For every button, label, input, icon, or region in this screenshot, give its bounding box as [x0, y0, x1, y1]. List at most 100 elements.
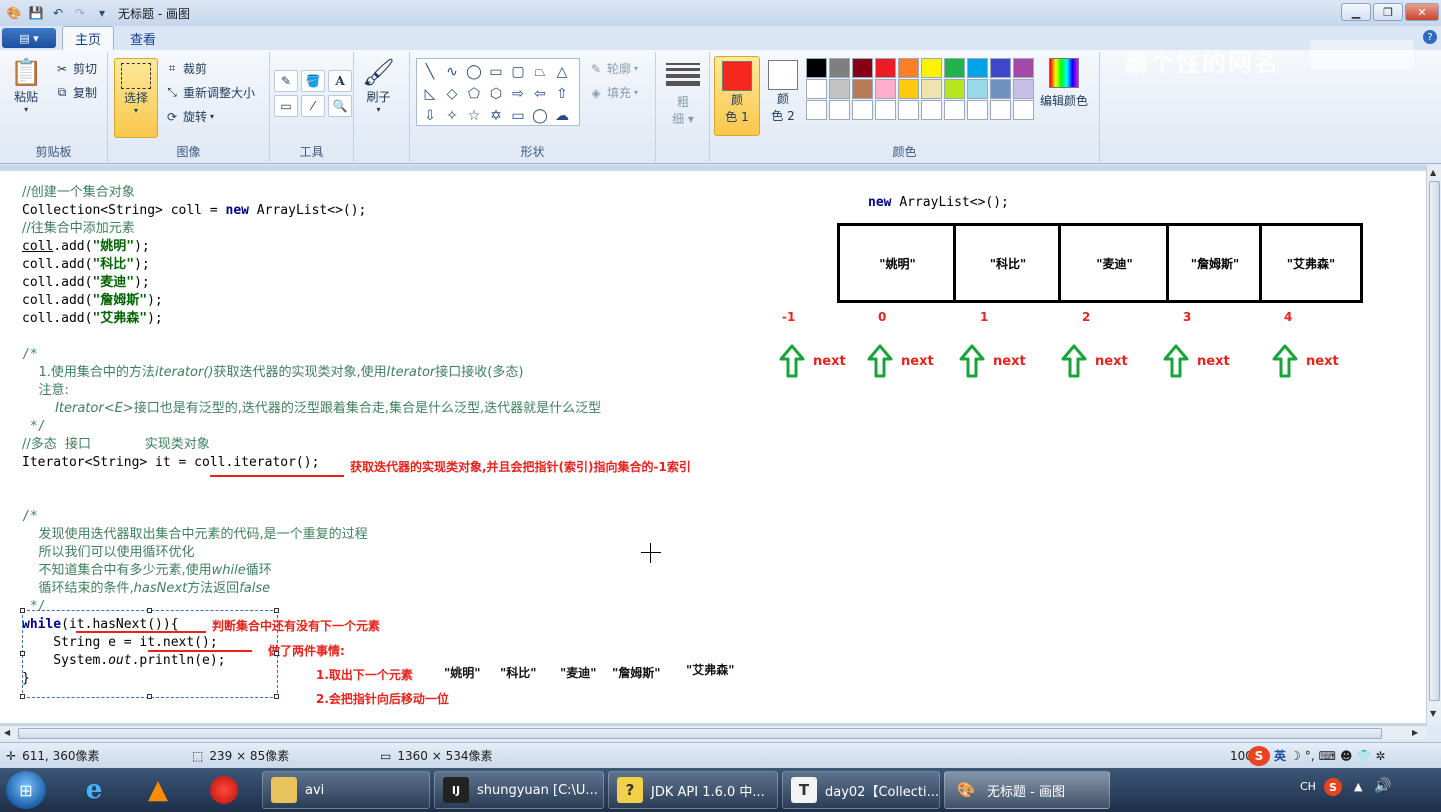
selection-handle[interactable]: [274, 694, 279, 699]
color-swatch[interactable]: [944, 79, 965, 99]
vertical-scrollbar[interactable]: ▲ ▼: [1426, 165, 1441, 725]
selection-handle[interactable]: [274, 608, 279, 613]
hexagon-shape-icon[interactable]: ⬡: [485, 83, 507, 105]
ime-mode[interactable]: 英: [1274, 747, 1286, 764]
color-swatch[interactable]: [852, 100, 873, 120]
color-swatch[interactable]: [990, 79, 1011, 99]
sogou-icon[interactable]: S: [1248, 745, 1270, 766]
six-point-star-shape-icon[interactable]: ✡: [485, 105, 507, 127]
color-swatch[interactable]: [967, 58, 988, 78]
pentagon-shape-icon[interactable]: ⬠: [463, 83, 485, 105]
rect-callout-shape-icon[interactable]: ▭: [507, 105, 529, 127]
scroll-up-icon[interactable]: ▲: [1430, 168, 1436, 177]
color-swatch[interactable]: [852, 58, 873, 78]
record-icon[interactable]: [198, 772, 250, 808]
line-shape-icon[interactable]: ╲: [419, 61, 441, 83]
selection-handle[interactable]: [147, 608, 152, 613]
vertical-scroll-thumb[interactable]: [1429, 181, 1440, 701]
user-icon[interactable]: ☻: [1340, 749, 1353, 763]
punctuation-icon[interactable]: °,: [1305, 749, 1315, 763]
selection-handle[interactable]: [20, 694, 25, 699]
selection-rectangle[interactable]: [20, 608, 279, 699]
ie-icon[interactable]: e: [68, 772, 120, 808]
color-swatch[interactable]: [990, 58, 1011, 78]
selection-handle[interactable]: [20, 608, 25, 613]
color-swatch[interactable]: [898, 58, 919, 78]
color-swatch[interactable]: [829, 79, 850, 99]
color1-button[interactable]: 颜 色 1: [714, 56, 760, 136]
eraser-icon[interactable]: ▭: [274, 95, 298, 117]
select-button[interactable]: 选择 ▾: [114, 58, 158, 138]
tab-view[interactable]: 查看: [118, 26, 168, 50]
polygon-shape-icon[interactable]: ⏢: [529, 61, 551, 83]
color-swatch[interactable]: [944, 100, 965, 120]
fill-button[interactable]: ◈ 填充 ▾: [588, 84, 638, 101]
task-shungyuan[interactable]: IJ shungyuan [C:\U...: [434, 771, 604, 809]
task-day02[interactable]: Tday02【Collecti...: [782, 771, 940, 809]
scroll-down-icon[interactable]: ▼: [1430, 709, 1436, 718]
pencil-icon[interactable]: ✎: [274, 70, 298, 92]
redo-icon[interactable]: ↷: [72, 5, 88, 21]
edit-colors-button[interactable]: 编辑颜色: [1040, 58, 1088, 109]
scroll-left-icon[interactable]: ◀: [4, 728, 10, 737]
down-arrow-shape-icon[interactable]: ⇩: [419, 105, 441, 127]
selection-handle[interactable]: [274, 651, 279, 656]
selection-handle[interactable]: [147, 694, 152, 699]
color-swatch[interactable]: [875, 79, 896, 99]
right-triangle-shape-icon[interactable]: ◺: [419, 83, 441, 105]
task-jdk-api[interactable]: ? JDK API 1.6.0 中...: [608, 771, 778, 809]
curve-shape-icon[interactable]: ∿: [441, 61, 463, 83]
right-arrow-shape-icon[interactable]: ⇨: [507, 83, 529, 105]
magnifier-icon[interactable]: 🔍: [328, 95, 352, 117]
five-point-star-shape-icon[interactable]: ☆: [463, 105, 485, 127]
copy-button[interactable]: ⧉ 复制: [54, 84, 97, 101]
brushes-button[interactable]: 🖌 刷子 ▾: [362, 58, 395, 114]
paint-menu-button[interactable]: ▤ ▾: [2, 28, 56, 48]
rotate-button[interactable]: ⟳ 旋转 ▾: [164, 108, 214, 125]
horizontal-scrollbar[interactable]: ◀ ▶: [0, 725, 1426, 740]
color-swatch[interactable]: [921, 100, 942, 120]
close-button[interactable]: ✕: [1405, 3, 1439, 21]
tray-sogou-icon[interactable]: S: [1324, 778, 1342, 796]
color-swatch[interactable]: [921, 58, 942, 78]
up-arrow-shape-icon[interactable]: ⇧: [551, 83, 573, 105]
color-swatch[interactable]: [898, 79, 919, 99]
oval-shape-icon[interactable]: ◯: [463, 61, 485, 83]
moon-icon[interactable]: ☽: [1290, 749, 1301, 763]
color-swatch[interactable]: [829, 58, 850, 78]
diamond-shape-icon[interactable]: ◇: [441, 83, 463, 105]
color-swatch[interactable]: [1013, 58, 1034, 78]
color-swatch[interactable]: [1013, 100, 1034, 120]
color-picker-icon[interactable]: ⁄: [301, 95, 325, 117]
color-swatch[interactable]: [944, 58, 965, 78]
color-swatch[interactable]: [806, 58, 827, 78]
color-swatch[interactable]: [990, 100, 1011, 120]
resize-button[interactable]: ⤡ 重新调整大小: [164, 84, 255, 101]
left-arrow-shape-icon[interactable]: ⇦: [529, 83, 551, 105]
help-icon[interactable]: ?: [1423, 30, 1437, 44]
task-paint[interactable]: 🎨 无标题 - 画图: [944, 771, 1110, 809]
cloud-callout-shape-icon[interactable]: ☁: [551, 105, 573, 127]
color-swatch[interactable]: [1013, 79, 1034, 99]
color2-button[interactable]: 颜 色 2: [760, 56, 806, 136]
scroll-right-icon[interactable]: ▶: [1412, 728, 1418, 737]
triangle-shape-icon[interactable]: △: [551, 61, 573, 83]
four-point-star-shape-icon[interactable]: ✧: [441, 105, 463, 127]
tools-icon[interactable]: ✲: [1375, 749, 1385, 763]
save-icon[interactable]: 💾: [28, 5, 44, 21]
color-swatch[interactable]: [898, 100, 919, 120]
horizontal-scroll-thumb[interactable]: [18, 728, 1382, 739]
vlc-icon[interactable]: ▲: [132, 772, 184, 808]
color-swatch[interactable]: [806, 100, 827, 120]
color-swatch[interactable]: [829, 100, 850, 120]
tray-arrow-icon[interactable]: ▲: [1354, 780, 1362, 793]
color-swatch[interactable]: [875, 100, 896, 120]
crop-button[interactable]: ⌗ 裁剪: [164, 60, 207, 77]
color-swatch[interactable]: [921, 79, 942, 99]
tab-home[interactable]: 主页: [62, 26, 115, 50]
keyboard-icon[interactable]: ⌨: [1319, 749, 1336, 763]
volume-icon[interactable]: 🔊: [1374, 778, 1391, 794]
paste-button[interactable]: 📋 粘贴 ▾: [10, 58, 42, 114]
fill-bucket-icon[interactable]: 🪣: [301, 70, 325, 92]
start-button[interactable]: ⊞: [6, 771, 46, 809]
